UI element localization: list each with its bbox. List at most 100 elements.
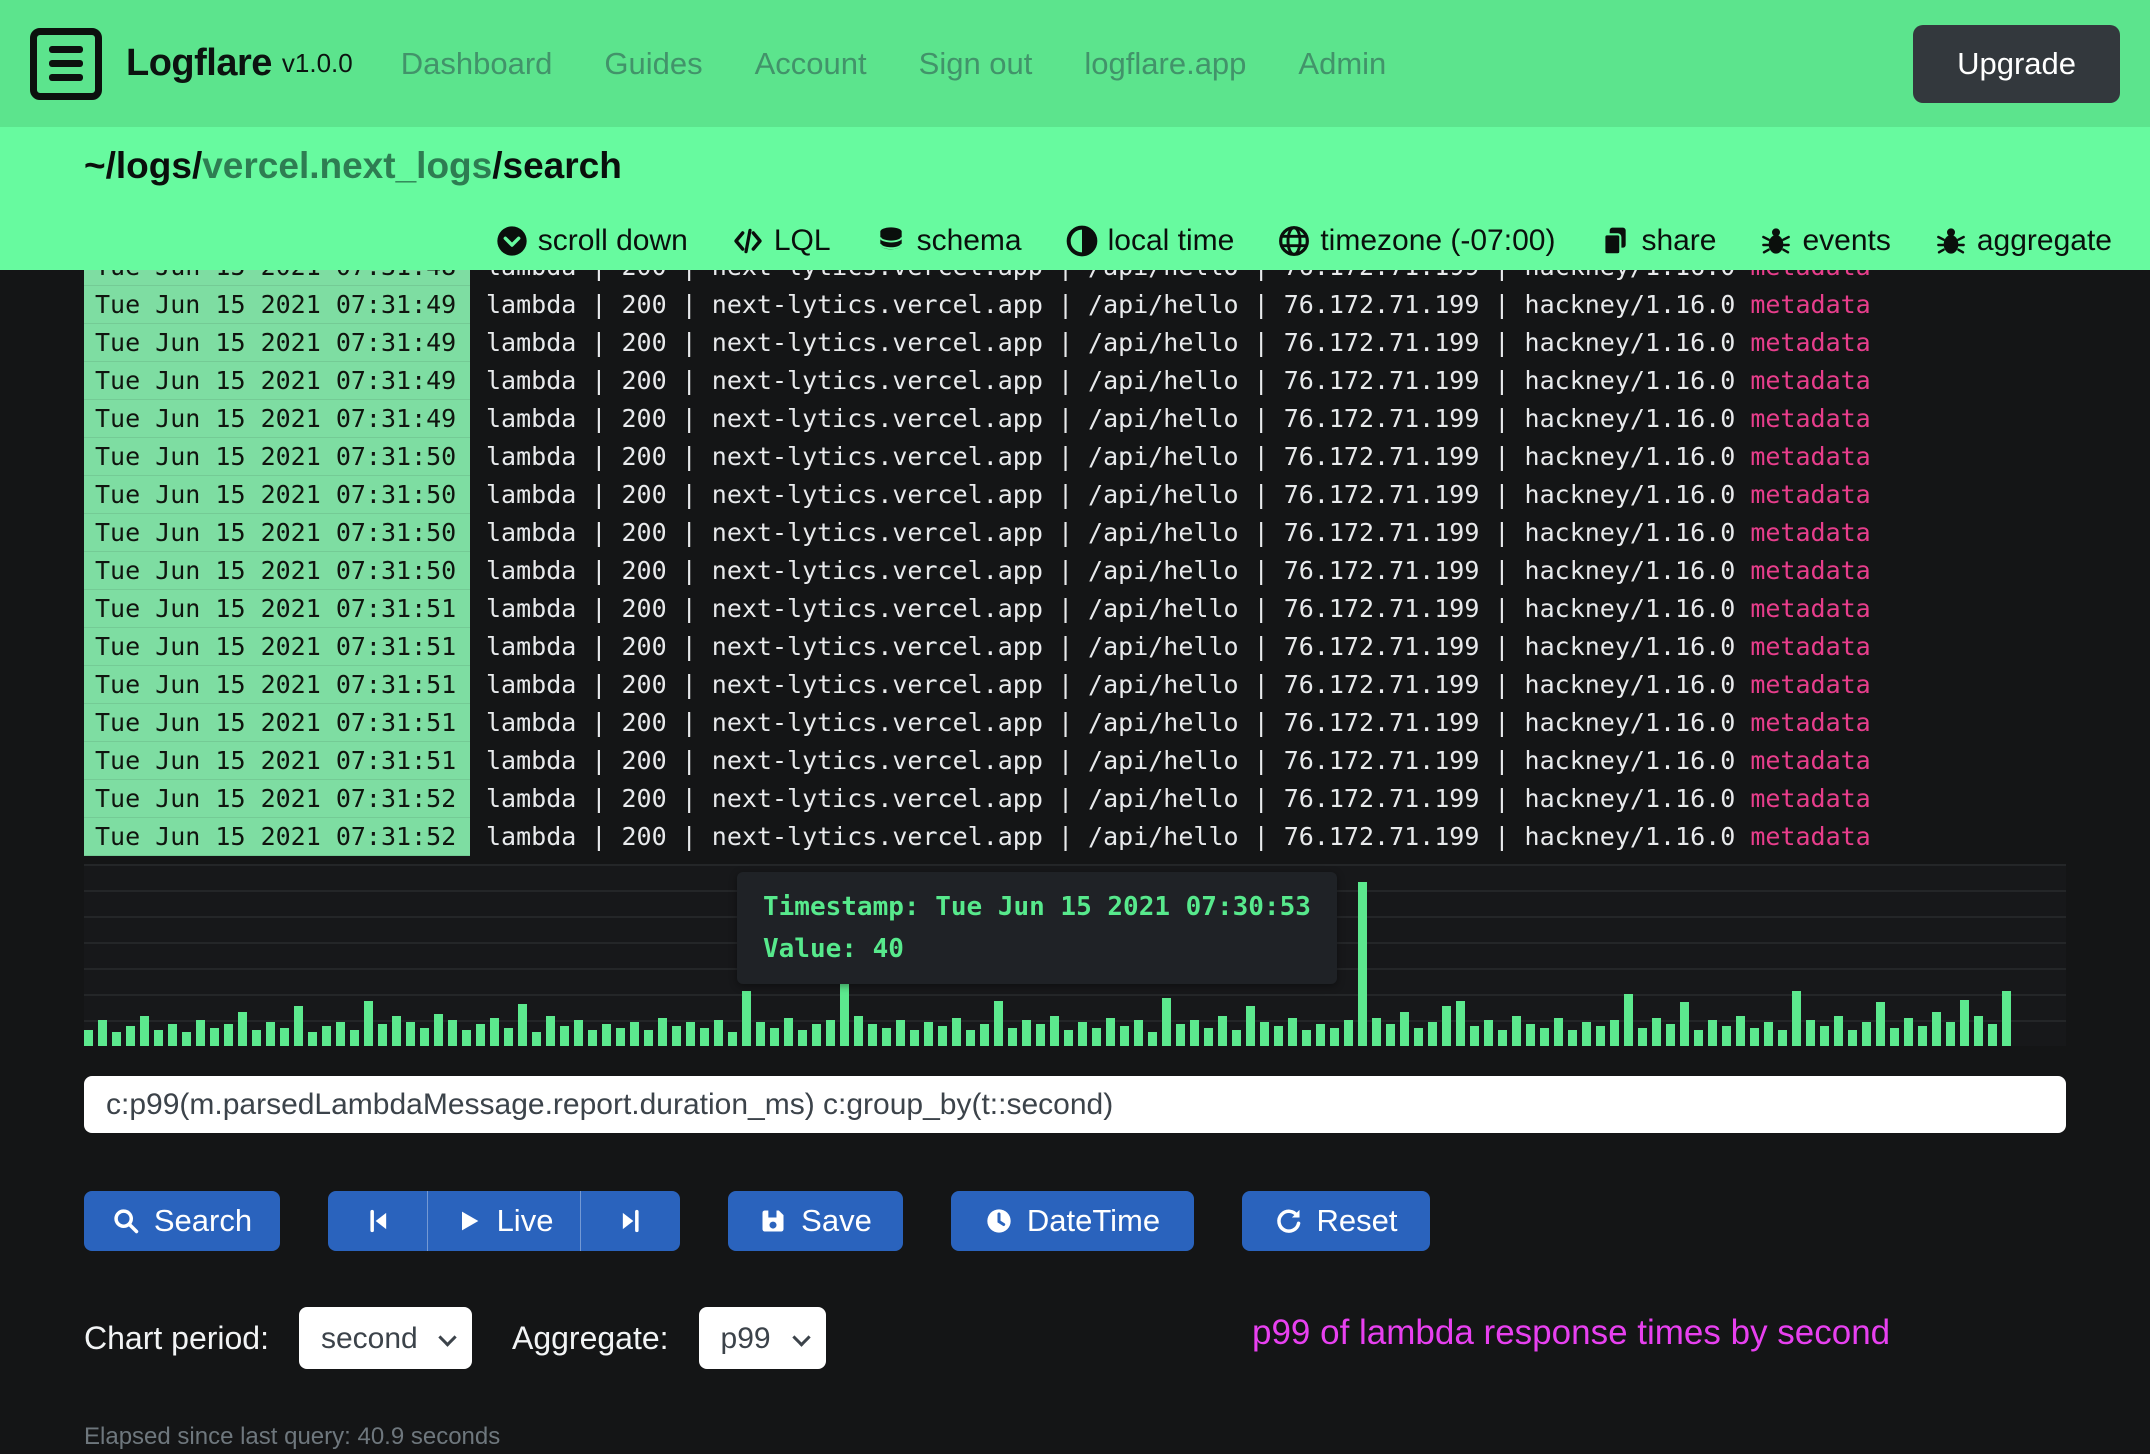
- chart-bar[interactable]: [504, 1028, 513, 1046]
- nav-item-admin[interactable]: Admin: [1298, 46, 1386, 82]
- chart-bar[interactable]: [770, 1028, 779, 1046]
- chart-bar[interactable]: [1554, 1018, 1563, 1046]
- events-button[interactable]: events: [1760, 224, 1890, 258]
- live-button[interactable]: Live: [428, 1191, 580, 1251]
- nav-item-signout[interactable]: Sign out: [919, 46, 1033, 82]
- reset-button[interactable]: Reset: [1242, 1191, 1430, 1251]
- chart-bar[interactable]: [798, 1030, 807, 1046]
- chart-bar[interactable]: [1708, 1020, 1717, 1046]
- logflare-logo[interactable]: [30, 28, 102, 100]
- chart-bar[interactable]: [700, 1028, 709, 1046]
- chart-bar[interactable]: [1652, 1018, 1661, 1046]
- metadata-link[interactable]: metadata: [1750, 556, 1870, 585]
- chart-bar[interactable]: [378, 1024, 387, 1046]
- chart-bar[interactable]: [1680, 1002, 1689, 1046]
- chart-bar[interactable]: [350, 1030, 359, 1046]
- chart-bar[interactable]: [1792, 991, 1801, 1046]
- chart-bar[interactable]: [1988, 1024, 1997, 1046]
- chart-bar[interactable]: [1834, 1016, 1843, 1046]
- chart-bar[interactable]: [1428, 1022, 1437, 1046]
- chart-bar[interactable]: [336, 1022, 345, 1046]
- nav-item-account[interactable]: Account: [755, 46, 867, 82]
- local-time-button[interactable]: local time: [1066, 224, 1235, 258]
- chart-bar[interactable]: [560, 1026, 569, 1046]
- chart-bar[interactable]: [1106, 1018, 1115, 1046]
- chart-bar[interactable]: [1862, 1022, 1871, 1046]
- chart-bar[interactable]: [1806, 1020, 1815, 1046]
- chart-bar[interactable]: [616, 1028, 625, 1046]
- chart-bar[interactable]: [1316, 1024, 1325, 1046]
- chart-bar[interactable]: [1022, 1020, 1031, 1046]
- scroll-down-button[interactable]: scroll down: [496, 224, 688, 258]
- metadata-link[interactable]: metadata: [1750, 518, 1870, 547]
- chart-bar[interactable]: [1638, 1028, 1647, 1046]
- save-button[interactable]: Save: [728, 1191, 903, 1251]
- chart-bar[interactable]: [1736, 1016, 1745, 1046]
- chart-bar[interactable]: [476, 1024, 485, 1046]
- chart-bar[interactable]: [1974, 1016, 1983, 1046]
- chart-bar[interactable]: [1932, 1012, 1941, 1046]
- metadata-link[interactable]: metadata: [1750, 290, 1870, 319]
- skip-backward-button[interactable]: [328, 1191, 428, 1251]
- metadata-link[interactable]: metadata: [1750, 594, 1870, 623]
- metadata-link[interactable]: metadata: [1750, 442, 1870, 471]
- chart-bar[interactable]: [994, 1001, 1003, 1046]
- chart-bar[interactable]: [1134, 1020, 1143, 1046]
- chart-bar[interactable]: [1204, 1028, 1213, 1046]
- chart-bar[interactable]: [630, 1022, 639, 1046]
- chart-bar[interactable]: [420, 1028, 429, 1046]
- chart-bar[interactable]: [182, 1032, 191, 1046]
- chart-bar[interactable]: [1596, 1026, 1605, 1046]
- chart-bar[interactable]: [294, 1006, 303, 1046]
- chart-bar[interactable]: [1764, 1022, 1773, 1046]
- chart-bar[interactable]: [1610, 1020, 1619, 1046]
- metadata-link[interactable]: metadata: [1750, 670, 1870, 699]
- metadata-link[interactable]: metadata: [1750, 632, 1870, 661]
- chart-bar[interactable]: [1890, 1028, 1899, 1046]
- chart-bar[interactable]: [210, 1028, 219, 1046]
- chart-bar[interactable]: [896, 1020, 905, 1046]
- chart-bar[interactable]: [1750, 1028, 1759, 1046]
- chart-bar[interactable]: [1960, 1000, 1969, 1046]
- chart-bar[interactable]: [98, 1020, 107, 1046]
- chart-bar[interactable]: [406, 1022, 415, 1046]
- metadata-link[interactable]: metadata: [1750, 708, 1870, 737]
- chart-bar[interactable]: [1540, 1028, 1549, 1046]
- chart-bar[interactable]: [1946, 1022, 1955, 1046]
- chart-bar[interactable]: [1330, 1028, 1339, 1046]
- chart-bar[interactable]: [1512, 1016, 1521, 1046]
- metadata-link[interactable]: metadata: [1750, 746, 1870, 775]
- chart-bar[interactable]: [154, 1030, 163, 1046]
- chart-bar[interactable]: [742, 991, 751, 1046]
- chart-bar[interactable]: [1148, 1032, 1157, 1046]
- chart-bar[interactable]: [1498, 1030, 1507, 1046]
- chart-bar[interactable]: [1344, 1020, 1353, 1046]
- chart-bar[interactable]: [854, 1016, 863, 1046]
- chart-bar[interactable]: [672, 1026, 681, 1046]
- chart-bar[interactable]: [1624, 994, 1633, 1046]
- metadata-link[interactable]: metadata: [1750, 784, 1870, 813]
- chart-bar[interactable]: [462, 1030, 471, 1046]
- chart-bar[interactable]: [1694, 1030, 1703, 1046]
- nav-item-dashboard[interactable]: Dashboard: [401, 46, 553, 82]
- chart-bar[interactable]: [812, 1024, 821, 1046]
- metadata-link[interactable]: metadata: [1750, 270, 1870, 281]
- chart-bar[interactable]: [938, 1026, 947, 1046]
- chart-bar[interactable]: [1008, 1028, 1017, 1046]
- brand-name[interactable]: Logflare: [126, 42, 272, 85]
- chart-bar[interactable]: [168, 1024, 177, 1046]
- search-button[interactable]: Search: [84, 1191, 280, 1251]
- metadata-link[interactable]: metadata: [1750, 328, 1870, 357]
- chart-bar[interactable]: [658, 1018, 667, 1046]
- chart-bar[interactable]: [392, 1016, 401, 1046]
- chart-bar[interactable]: [1484, 1020, 1493, 1046]
- chart-bar[interactable]: [84, 1030, 93, 1046]
- chart-bar[interactable]: [728, 1032, 737, 1046]
- chart-bar[interactable]: [322, 1026, 331, 1046]
- chart-bar[interactable]: [112, 1032, 121, 1046]
- chart-bar[interactable]: [1582, 1022, 1591, 1046]
- chart-bar[interactable]: [602, 1024, 611, 1046]
- chart-bar[interactable]: [1876, 1002, 1885, 1046]
- chart-bar[interactable]: [546, 1016, 555, 1046]
- chart-bar[interactable]: [980, 1024, 989, 1046]
